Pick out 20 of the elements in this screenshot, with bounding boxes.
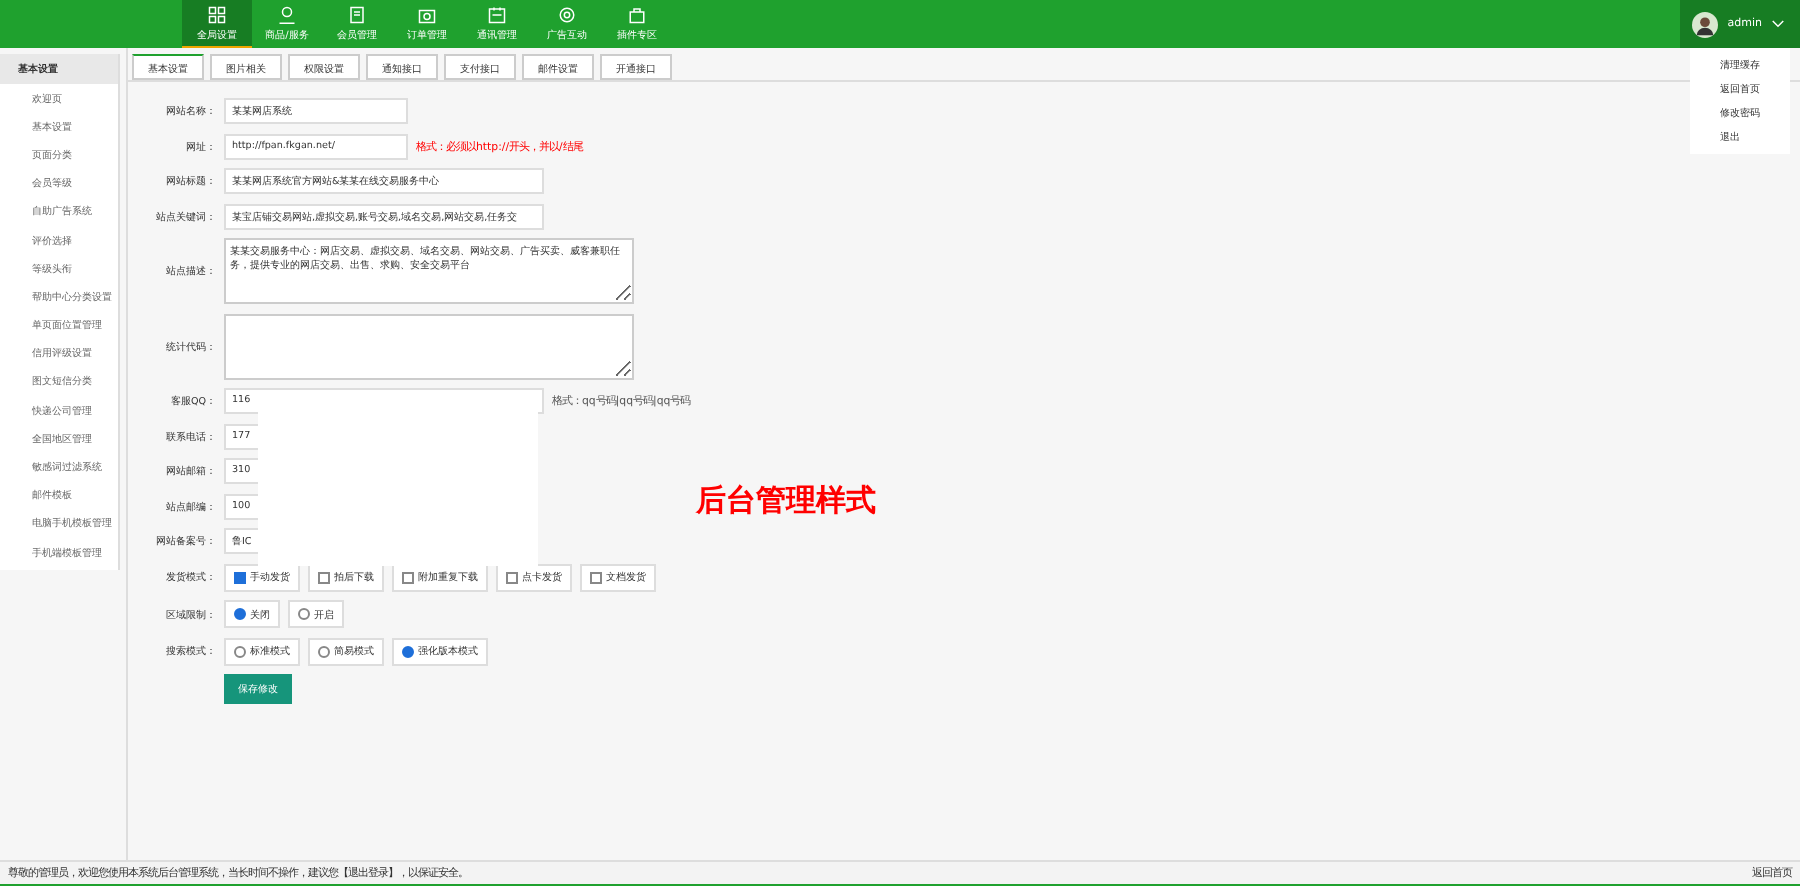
radio-button[interactable] xyxy=(402,645,414,657)
checkbox[interactable] xyxy=(318,571,330,583)
checkbox[interactable] xyxy=(590,571,602,583)
checkbox[interactable] xyxy=(234,571,246,583)
bag-icon xyxy=(628,6,646,24)
caret-icon xyxy=(1772,20,1784,28)
radio-button[interactable] xyxy=(234,608,246,620)
calendar-icon xyxy=(488,6,506,24)
radio-button[interactable] xyxy=(298,608,310,620)
book-icon xyxy=(348,6,366,24)
radio-button[interactable] xyxy=(234,645,246,657)
avatar-icon xyxy=(1691,11,1718,37)
camera-icon xyxy=(418,6,436,24)
person-icon xyxy=(278,6,296,24)
radio-button[interactable] xyxy=(318,645,330,657)
grid-icon xyxy=(208,5,226,23)
banner-text: 后台管理样式 xyxy=(696,482,876,520)
checkbox[interactable] xyxy=(506,571,518,583)
gear-icon xyxy=(558,6,576,24)
checkbox[interactable] xyxy=(402,571,414,583)
